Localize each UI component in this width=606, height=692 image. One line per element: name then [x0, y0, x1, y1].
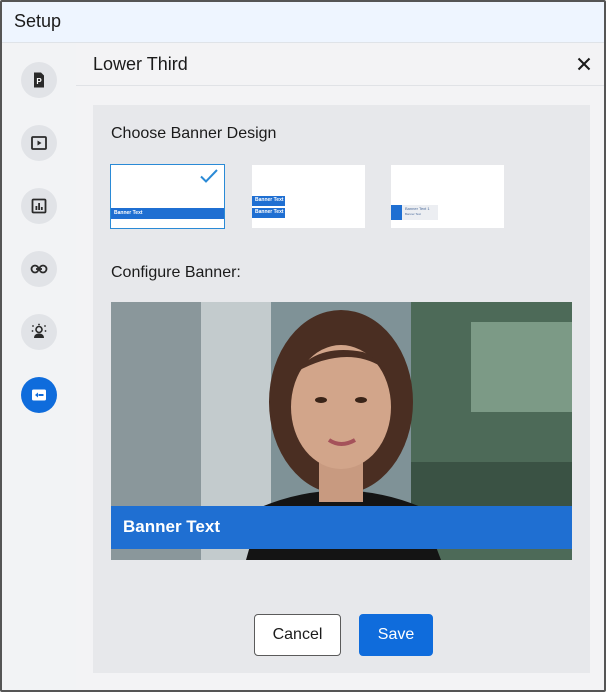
configure-banner-label: Configure Banner:: [111, 264, 241, 281]
design-option-light-bar: Banner Text 1 Banner Text: [402, 205, 438, 220]
design-option-double-bar[interactable]: Banner Text 1 Banner Text 2: [252, 165, 365, 228]
design-option-text-2: Banner Text: [405, 212, 421, 216]
sidebar-item-poll[interactable]: P: [21, 62, 57, 98]
window-title: Setup: [14, 11, 62, 31]
design-option-accent-light[interactable]: Banner Text 1 Banner Text: [391, 165, 504, 228]
design-option-accent-block: [391, 205, 402, 220]
save-button[interactable]: Save: [359, 614, 433, 656]
sidebar: P: [2, 43, 76, 690]
sidebar-item-link[interactable]: [21, 251, 57, 287]
preview-banner-text: Banner Text: [123, 517, 220, 536]
content-area: Choose Banner Design Banner Text Banner …: [93, 105, 590, 673]
cancel-button[interactable]: Cancel: [254, 614, 341, 656]
design-option-banner-bar: Banner Text: [111, 208, 224, 219]
design-option-banner-bar-1: Banner Text 1: [252, 196, 288, 206]
checkmark-icon: [200, 169, 218, 183]
sidebar-item-presenter[interactable]: [21, 314, 57, 350]
link-icon: [30, 264, 48, 274]
lower-third-panel: Lower Third Choose Banner Design Banner …: [76, 43, 604, 690]
sidebar-item-video[interactable]: [21, 125, 57, 161]
design-option-single-bar[interactable]: Banner Text: [110, 164, 225, 229]
video-icon: [31, 136, 47, 150]
sidebar-item-chart[interactable]: [21, 188, 57, 224]
banner-preview: Banner Text: [111, 302, 572, 560]
close-button[interactable]: [574, 54, 594, 74]
panel-title: Lower Third: [93, 54, 188, 74]
svg-text:P: P: [36, 77, 42, 86]
choose-banner-design-label: Choose Banner Design: [111, 125, 277, 142]
lower-third-icon: [32, 389, 46, 401]
setup-window: Setup P Lower Third Choose Banner Design…: [0, 0, 606, 692]
sidebar-item-lower-third[interactable]: [21, 377, 57, 413]
close-icon: [577, 57, 591, 71]
poll-document-icon: P: [34, 72, 44, 88]
chart-icon: [31, 198, 47, 214]
design-option-banner-bar-2: Banner Text 2: [252, 208, 288, 218]
presenter-icon: [31, 323, 47, 338]
preview-banner[interactable]: Banner Text: [111, 506, 572, 549]
title-bar: Setup: [2, 2, 604, 43]
panel-header: Lower Third: [76, 43, 604, 86]
